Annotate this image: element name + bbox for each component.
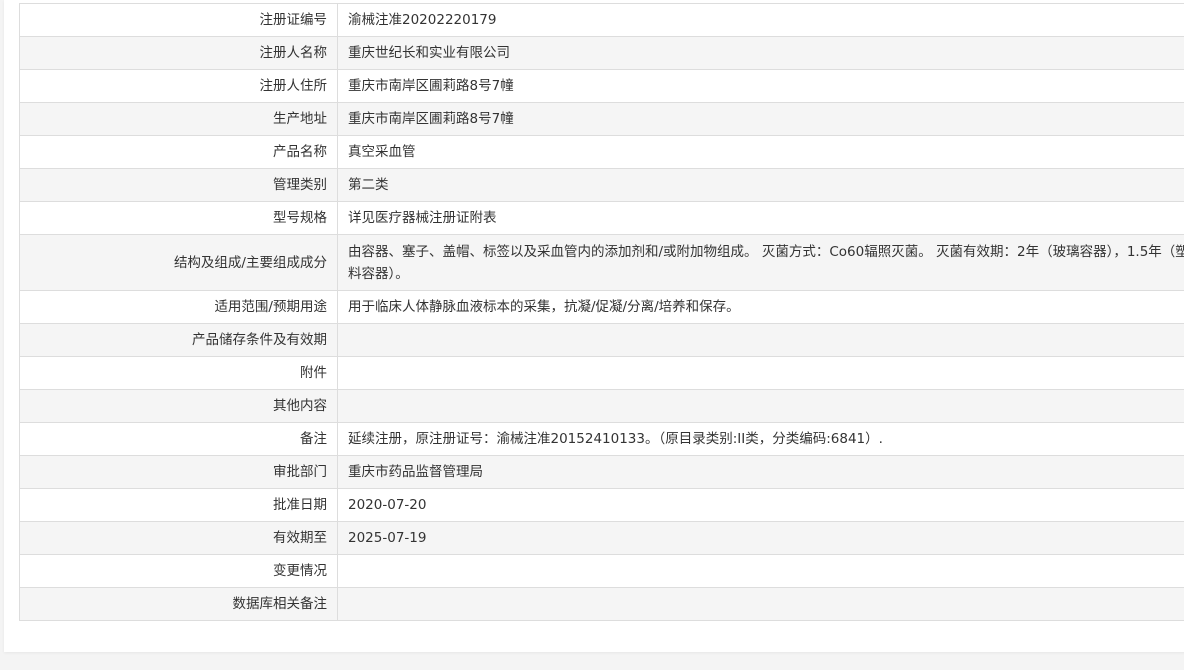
field-label: 批准日期 — [19, 488, 338, 522]
field-value — [337, 587, 1184, 621]
field-value: 渝械注准20202220179 — [337, 3, 1184, 37]
table-row: 附件 — [19, 356, 1184, 390]
table-row: 注册人住所 重庆市南岸区圃莉路8号7幢 — [19, 69, 1184, 103]
field-value: 详见医疗器械注册证附表 — [337, 201, 1184, 235]
field-label: 变更情况 — [19, 554, 338, 588]
table-row: 有效期至 2025-07-19 — [19, 521, 1184, 555]
field-value — [337, 323, 1184, 357]
field-label: 注册人名称 — [19, 36, 338, 70]
field-value: 第二类 — [337, 168, 1184, 202]
field-label: 注册人住所 — [19, 69, 338, 103]
table-row: 型号规格 详见医疗器械注册证附表 — [19, 201, 1184, 235]
field-value: 用于临床人体静脉血液标本的采集，抗凝/促凝/分离/培养和保存。 — [337, 290, 1184, 324]
field-label: 型号规格 — [19, 201, 338, 235]
field-value: 由容器、塞子、盖帽、标签以及采血管内的添加剂和/或附加物组成。 灭菌方式：Co6… — [337, 234, 1184, 291]
field-value: 延续注册，原注册证号：渝械注准20152410133。（原目录类别:II类，分类… — [337, 422, 1184, 456]
field-label: 其他内容 — [19, 389, 338, 423]
field-label: 有效期至 — [19, 521, 338, 555]
table-row: 其他内容 — [19, 389, 1184, 423]
table-row: 生产地址 重庆市南岸区圃莉路8号7幢 — [19, 102, 1184, 136]
field-label: 产品储存条件及有效期 — [19, 323, 338, 357]
table-row: 审批部门 重庆市药品监督管理局 — [19, 455, 1184, 489]
table-row: 注册人名称 重庆世纪长和实业有限公司 — [19, 36, 1184, 70]
field-label: 附件 — [19, 356, 338, 390]
field-value: 2020-07-20 — [337, 488, 1184, 522]
table-row: 数据库相关备注 — [19, 587, 1184, 621]
field-label: 注册证编号 — [19, 3, 338, 37]
table-row: 注册证编号 渝械注准20202220179 — [19, 3, 1184, 37]
field-value: 重庆世纪长和实业有限公司 — [337, 36, 1184, 70]
field-label: 审批部门 — [19, 455, 338, 489]
field-value: 重庆市南岸区圃莉路8号7幢 — [337, 102, 1184, 136]
field-label: 适用范围/预期用途 — [19, 290, 338, 324]
field-label: 生产地址 — [19, 102, 338, 136]
field-value — [337, 554, 1184, 588]
registration-detail-table: 注册证编号 渝械注准20202220179 注册人名称 重庆世纪长和实业有限公司… — [19, 3, 1184, 621]
field-label: 结构及组成/主要组成成分 — [19, 234, 338, 291]
field-value: 重庆市药品监督管理局 — [337, 455, 1184, 489]
field-value — [337, 389, 1184, 423]
field-label: 产品名称 — [19, 135, 338, 169]
field-label: 管理类别 — [19, 168, 338, 202]
table-row: 管理类别 第二类 — [19, 168, 1184, 202]
field-value: 2025-07-19 — [337, 521, 1184, 555]
table-row: 批准日期 2020-07-20 — [19, 488, 1184, 522]
field-value: 重庆市南岸区圃莉路8号7幢 — [337, 69, 1184, 103]
field-label: 备注 — [19, 422, 338, 456]
field-value: 真空采血管 — [337, 135, 1184, 169]
table-row: 适用范围/预期用途 用于临床人体静脉血液标本的采集，抗凝/促凝/分离/培养和保存… — [19, 290, 1184, 324]
table-row: 变更情况 — [19, 554, 1184, 588]
table-row: 备注 延续注册，原注册证号：渝械注准20152410133。（原目录类别:II类… — [19, 422, 1184, 456]
table-row: 产品储存条件及有效期 — [19, 323, 1184, 357]
field-value — [337, 356, 1184, 390]
table-row: 产品名称 真空采血管 — [19, 135, 1184, 169]
field-label: 数据库相关备注 — [19, 587, 338, 621]
table-row: 结构及组成/主要组成成分 由容器、塞子、盖帽、标签以及采血管内的添加剂和/或附加… — [19, 234, 1184, 291]
